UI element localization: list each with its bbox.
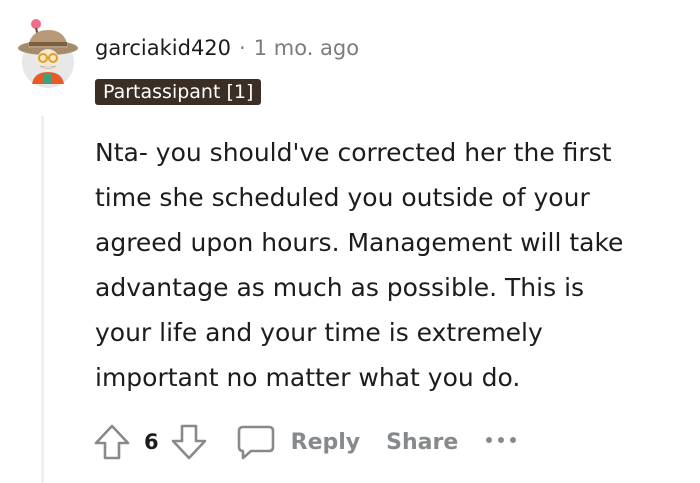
separator-dot: · — [239, 36, 246, 60]
upvote-icon — [94, 424, 130, 460]
reply-label: Reply — [290, 429, 361, 455]
comment-line: advantage as much as possible. This is — [95, 273, 585, 302]
comment-line: time she scheduled you outside of your — [95, 183, 590, 212]
vote-count: 6 — [144, 430, 159, 454]
downvote-button[interactable] — [169, 422, 209, 462]
comment-icon — [237, 425, 274, 460]
downvote-icon — [171, 424, 206, 460]
share-button[interactable]: Share — [386, 430, 458, 455]
comment-line: Nta- you should've corrected her the fir… — [95, 138, 612, 167]
username[interactable]: garciakid420 — [95, 35, 231, 61]
timestamp[interactable]: 1 mo. ago — [254, 35, 359, 61]
avatar[interactable] — [14, 18, 78, 90]
comment-actions: 6 Reply Share — [92, 420, 518, 464]
more-icon — [486, 437, 517, 443]
reply-button[interactable]: Reply — [235, 422, 361, 462]
thread-line[interactable] — [41, 116, 44, 483]
comment-body: Nta- you should've corrected her the fir… — [95, 130, 695, 400]
comment-line: agreed upon hours. Management will take — [95, 228, 624, 257]
comment-line: your life and your time is extremely — [95, 318, 543, 347]
comment-header: garciakid420 · 1 mo. ago — [95, 35, 359, 61]
upvote-button[interactable] — [92, 422, 132, 462]
comment-line: important no matter what you do. — [95, 363, 521, 392]
more-options-button[interactable] — [484, 435, 518, 449]
user-flair: Partassipant [1] — [95, 79, 262, 105]
